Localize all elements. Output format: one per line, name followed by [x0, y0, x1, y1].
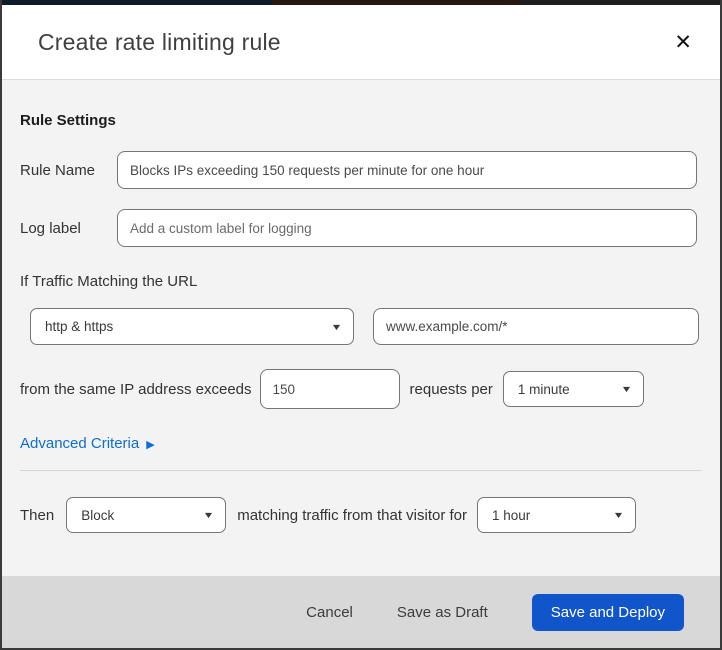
threshold-input[interactable]: [259, 369, 400, 409]
url-match-row: http & https ▼: [30, 308, 702, 345]
log-label-row: Log label: [20, 209, 702, 247]
matching-traffic-text: matching traffic from that visitor for: [237, 506, 468, 524]
rate-limit-modal: Create rate limiting rule ✕ Rule Setting…: [0, 0, 722, 650]
traffic-matching-text: If Traffic Matching the URL: [20, 273, 198, 290]
arrow-right-icon: ▶: [146, 439, 155, 451]
rule-name-label: Rule Name: [20, 161, 96, 179]
advanced-criteria-link[interactable]: Advanced Criteria ▶: [20, 435, 155, 452]
then-label: Then: [20, 506, 55, 524]
modal-footer: Cancel Save as Draft Save and Deploy: [2, 576, 720, 648]
save-and-deploy-button[interactable]: Save and Deploy: [531, 593, 684, 631]
log-label-label: Log label: [20, 219, 81, 237]
url-pattern-input[interactable]: [373, 308, 699, 345]
action-select-value: Block: [81, 507, 115, 523]
duration-select-value: 1 hour: [492, 507, 531, 523]
save-as-draft-button[interactable]: Save as Draft: [397, 604, 488, 621]
scheme-select-value: http & https: [45, 319, 114, 334]
rule-name-row: Rule Name: [20, 151, 702, 189]
requests-per-text: requests per: [409, 380, 493, 398]
chevron-down-icon: ▼: [620, 384, 633, 394]
close-icon[interactable]: ✕: [668, 28, 698, 57]
section-divider: [20, 470, 702, 471]
chevron-down-icon: ▼: [330, 321, 343, 332]
modal-body: Rule Settings Rule Name Log label If Tra…: [2, 80, 720, 576]
log-label-input[interactable]: [117, 209, 697, 247]
threshold-row: from the same IP address exceeds request…: [20, 369, 702, 409]
action-row: Then Block ▼ matching traffic from that …: [20, 497, 702, 533]
rule-name-input[interactable]: [117, 151, 697, 189]
cancel-button[interactable]: Cancel: [306, 604, 353, 621]
exceeds-text: from the same IP address exceeds: [20, 380, 252, 398]
duration-select[interactable]: 1 hour ▼: [477, 497, 637, 533]
advanced-criteria-label: Advanced Criteria: [20, 435, 140, 452]
period-select-value: 1 minute: [517, 381, 570, 397]
rule-settings-heading: Rule Settings: [20, 112, 116, 129]
period-select[interactable]: 1 minute ▼: [502, 371, 644, 407]
modal-header: Create rate limiting rule ✕: [2, 5, 720, 80]
chevron-down-icon: ▼: [612, 510, 625, 520]
modal-title: Create rate limiting rule: [38, 28, 281, 55]
scheme-select[interactable]: http & https ▼: [30, 308, 354, 345]
chevron-down-icon: ▼: [202, 510, 215, 520]
action-select[interactable]: Block ▼: [66, 497, 227, 533]
